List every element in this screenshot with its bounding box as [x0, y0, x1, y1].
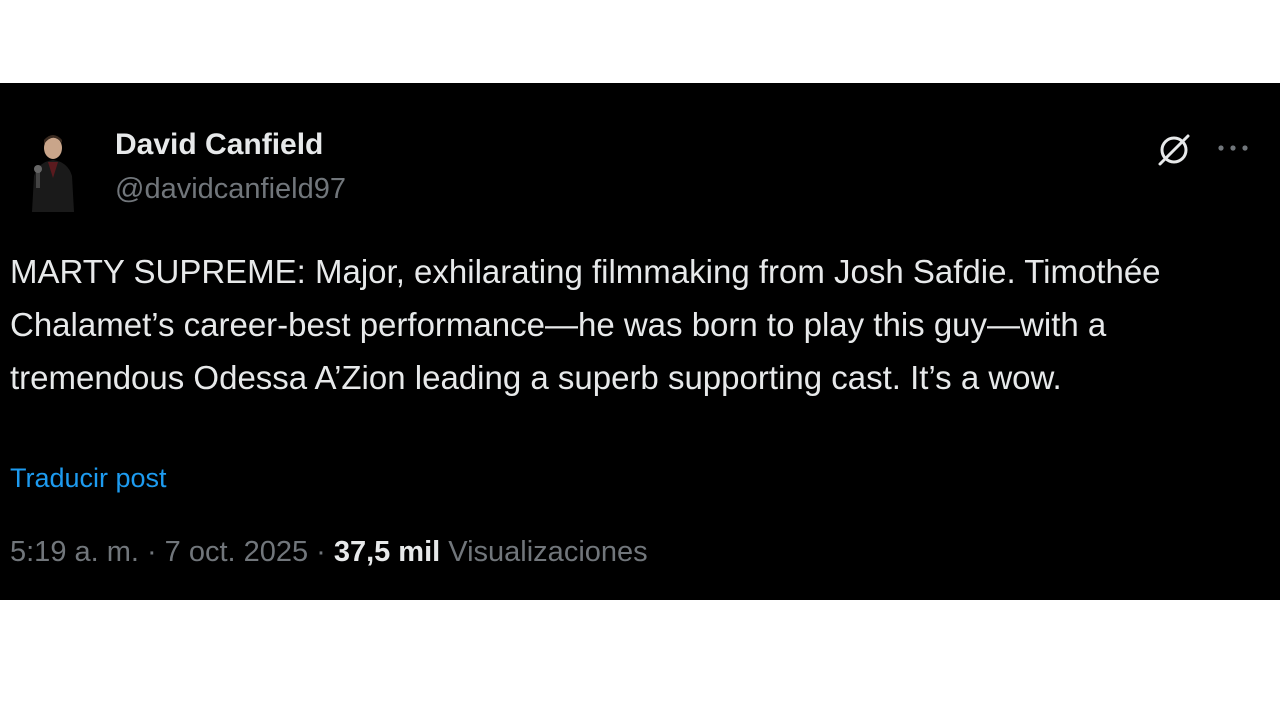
post-date[interactable]: 7 oct. 2025 [165, 536, 309, 568]
grok-icon[interactable] [1154, 130, 1194, 170]
author-handle[interactable]: @davidcanfield97 [115, 173, 346, 206]
tweet-meta: 5:19 a. m. · 7 oct. 2025 · 37,5 mil Visualiz… [10, 536, 648, 569]
more-options-icon[interactable] [1213, 133, 1253, 163]
meta-separator: · [316, 536, 326, 568]
author-name[interactable]: David Canfield [115, 128, 323, 162]
avatar[interactable] [22, 126, 84, 212]
post-time[interactable]: 5:19 a. m. [10, 536, 139, 568]
views-label: Visualizaciones [448, 536, 648, 568]
translate-post-link[interactable]: Traducir post [10, 463, 167, 494]
tweet-text: MARTY SUPREME: Major, exhilarating filmm… [10, 253, 1161, 396]
views-count: 37,5 mil [333, 536, 441, 568]
meta-separator: · [146, 536, 157, 568]
